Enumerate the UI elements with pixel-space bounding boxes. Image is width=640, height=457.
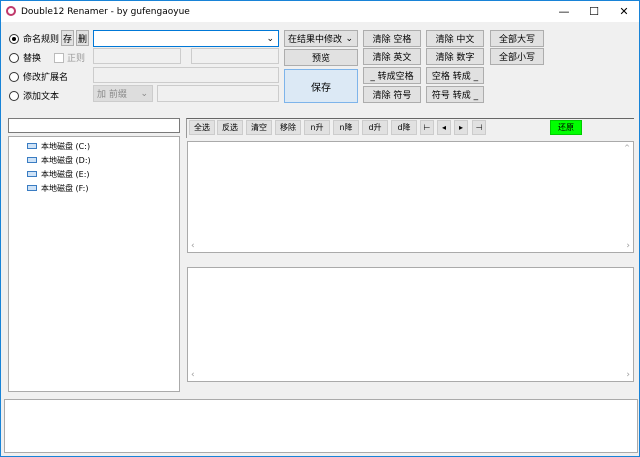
clear-symbols-button[interactable]: 清除 符号 (363, 86, 421, 103)
tree-item-f[interactable]: 本地磁盘 (F:) (9, 181, 179, 195)
drive-icon (27, 157, 37, 163)
chevron-down-icon: ⌄ (266, 33, 274, 44)
maximize-button[interactable]: ☐ (579, 1, 609, 22)
drive-label: 本地磁盘 (E:) (41, 169, 90, 179)
drive-label: 本地磁盘 (D:) (41, 155, 91, 165)
find-input[interactable] (93, 48, 181, 64)
app-logo-icon (6, 6, 16, 16)
chevron-down-icon: ⌄ (140, 88, 148, 99)
radio-icon (9, 71, 19, 82)
close-button[interactable]: ✕ (609, 1, 639, 22)
regex-checkbox[interactable]: 正则 (54, 51, 85, 64)
mode-replace-radio[interactable]: 替换 (9, 51, 41, 64)
save-button[interactable]: 保存 (284, 69, 358, 103)
clear-button[interactable]: 清空 (246, 120, 272, 135)
preview-button[interactable]: 预览 (284, 49, 358, 66)
log-textarea[interactable] (4, 399, 638, 453)
invert-selection-button[interactable]: 反选 (217, 120, 243, 135)
last-button[interactable]: ⊣ (472, 120, 486, 135)
add-text-input[interactable] (157, 85, 279, 102)
add-text-position-select[interactable]: 加 前缀 ⌄ (93, 85, 153, 102)
clear-english-button[interactable]: 清除 英文 (363, 48, 421, 65)
tree-item-d[interactable]: 本地磁盘 (D:) (9, 153, 179, 167)
mode-rule-radio[interactable]: 命名规则 (9, 32, 59, 45)
next-button[interactable]: ▸ (454, 120, 468, 135)
clear-digits-button[interactable]: 清除 数字 (426, 48, 484, 65)
underscore-to-space-button[interactable]: _ 转成空格 (363, 67, 421, 84)
window-title: Double12 Renamer - by gufengaoyue (21, 6, 190, 17)
prev-icon: ◂ (441, 123, 446, 132)
scroll-left-icon[interactable]: ‹ (191, 370, 195, 380)
restore-button[interactable]: 还原 (550, 120, 582, 135)
mode-extension-radio[interactable]: 修改扩展名 (9, 70, 68, 83)
lowercase-button[interactable]: 全部小写 (490, 48, 544, 65)
radio-icon (9, 52, 19, 63)
scroll-right-icon[interactable]: › (626, 370, 630, 380)
rule-combobox[interactable]: ⌄ (93, 30, 279, 47)
drive-label: 本地磁盘 (C:) (41, 141, 91, 151)
delete-rule-button[interactable]: 删 (76, 30, 89, 46)
first-button[interactable]: ⊢ (420, 120, 434, 135)
mode-label: 命名规则 (23, 35, 60, 45)
name-desc-button[interactable]: n降 (333, 120, 359, 135)
clear-chinese-button[interactable]: 清除 中文 (426, 30, 484, 47)
next-icon: ▸ (458, 123, 463, 132)
chevron-down-icon: ⌄ (345, 33, 353, 44)
drive-icon (27, 171, 37, 177)
radio-icon (9, 33, 19, 44)
scope-value: 在结果中修改 (288, 35, 343, 45)
save-rule-button[interactable]: 存 (61, 30, 74, 46)
minimize-button[interactable]: — (549, 1, 579, 22)
mode-addtext-radio[interactable]: 添加文本 (9, 89, 59, 102)
title-bar: Double12 Renamer - by gufengaoyue — ☐ ✕ (1, 1, 639, 22)
checkbox-icon (54, 52, 64, 63)
replace-input[interactable] (191, 48, 279, 64)
file-list-original[interactable]: ^ ‹ › (187, 141, 634, 253)
first-icon: ⊢ (423, 123, 431, 132)
date-desc-button[interactable]: d降 (391, 120, 417, 135)
scroll-up-icon[interactable]: ^ (624, 144, 630, 152)
position-value: 加 前缀 (97, 90, 127, 100)
uppercase-button[interactable]: 全部大写 (490, 30, 544, 47)
date-asc-button[interactable]: d升 (362, 120, 388, 135)
extension-input[interactable] (93, 67, 279, 83)
drive-icon (27, 185, 37, 191)
mode-label: 修改扩展名 (23, 73, 69, 83)
file-list-preview[interactable]: ‹ › (187, 267, 634, 382)
regex-label: 正则 (67, 54, 86, 64)
tree-item-c[interactable]: 本地磁盘 (C:) (9, 139, 179, 153)
folder-tree[interactable]: 本地磁盘 (C:) 本地磁盘 (D:) 本地磁盘 (E:) 本地磁盘 (F:) (8, 136, 180, 392)
clear-spaces-button[interactable]: 清除 空格 (363, 30, 421, 47)
mode-label: 替换 (23, 54, 42, 64)
radio-icon (9, 90, 19, 101)
remove-button[interactable]: 移除 (275, 120, 301, 135)
scroll-left-icon[interactable]: ‹ (191, 241, 195, 251)
drive-label: 本地磁盘 (F:) (41, 183, 89, 193)
drive-icon (27, 143, 37, 149)
space-to-underscore-button[interactable]: 空格 转成 _ (426, 67, 484, 84)
mode-label: 添加文本 (23, 92, 60, 102)
prev-button[interactable]: ◂ (437, 120, 451, 135)
scroll-right-icon[interactable]: › (626, 241, 630, 251)
tree-item-e[interactable]: 本地磁盘 (E:) (9, 167, 179, 181)
name-asc-button[interactable]: n升 (304, 120, 330, 135)
last-icon: ⊣ (475, 123, 483, 132)
scope-select[interactable]: 在结果中修改 ⌄ (284, 30, 358, 47)
select-all-button[interactable]: 全选 (189, 120, 215, 135)
symbol-to-underscore-button[interactable]: 符号 转成 _ (426, 86, 484, 103)
path-input[interactable] (8, 118, 180, 133)
